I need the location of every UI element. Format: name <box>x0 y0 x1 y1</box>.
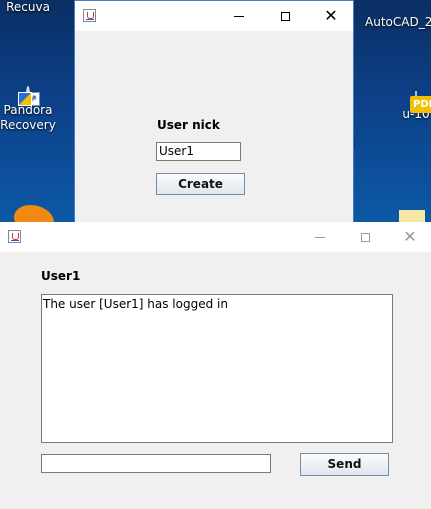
minimize-icon <box>234 15 244 17</box>
minimize-icon <box>315 236 325 238</box>
user-nick-label: User nick <box>157 118 220 132</box>
send-button[interactable]: Send <box>300 453 389 476</box>
close-icon: ✕ <box>403 227 417 246</box>
chat-log-area[interactable]: The user [User1] has logged in <box>41 294 393 443</box>
close-button[interactable]: ✕ <box>308 1 354 31</box>
create-window-titlebar[interactable]: ✕ <box>75 1 353 31</box>
pdf-badge: PDF <box>410 96 431 113</box>
desktop-icon-recuva[interactable]: Recuva <box>0 0 56 15</box>
desktop-icon-pdf[interactable]: PDF u-10 <box>392 91 431 122</box>
message-input[interactable] <box>41 454 271 473</box>
maximize-button[interactable] <box>262 1 308 31</box>
desktop-icon-pandora-recovery[interactable]: ↗ Pandora Recovery <box>0 86 60 133</box>
maximize-icon <box>280 11 290 21</box>
desktop-icon-label: AutoCAD_2 <box>365 15 431 29</box>
desktop-icon-autocad[interactable]: AutoCAD_2 <box>365 0 431 30</box>
pandora-recovery-icon: ↗ <box>18 86 40 106</box>
close-button[interactable]: ✕ <box>387 222 431 252</box>
create-button[interactable]: Create <box>156 173 245 195</box>
pdf-file-icon: PDF <box>410 91 431 113</box>
user-nick-input[interactable]: User1 <box>156 142 241 161</box>
create-user-window: ✕ User nick User1 Create <box>74 0 354 233</box>
chat-user-label: User1 <box>41 269 81 283</box>
minimize-button[interactable] <box>297 222 343 252</box>
close-icon: ✕ <box>324 6 338 25</box>
minimize-button[interactable] <box>216 1 262 31</box>
java-app-icon <box>8 230 21 243</box>
chat-window-titlebar[interactable]: ✕ <box>0 222 431 252</box>
shield-icon <box>18 92 32 106</box>
java-app-icon <box>83 9 96 22</box>
maximize-button[interactable] <box>342 222 388 252</box>
desktop-icon-label: Recovery <box>0 118 56 132</box>
desktop-icon-label: Recuva <box>6 0 50 14</box>
chat-window: ✕ User1 The user [User1] has logged in S… <box>0 222 431 509</box>
maximize-icon <box>360 232 370 242</box>
